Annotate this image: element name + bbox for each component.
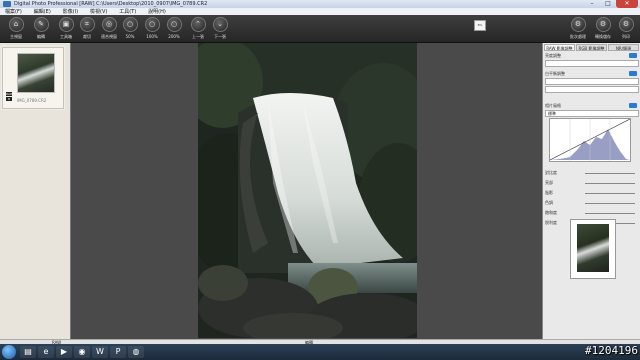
dpp-taskbar-icon[interactable]: ◉ — [74, 346, 90, 358]
contrast-slider[interactable] — [585, 173, 635, 174]
zoom-100-button[interactable]: ○ 100% — [140, 17, 164, 39]
maximize-button[interactable]: □ — [600, 0, 616, 8]
adjustment-panel: RAW 影像調整 RGB 影像調整 NR/鏡頭 亮度調整 白平衡調整 相片風格 … — [542, 43, 640, 340]
saturation-label: 飽和度 — [545, 210, 557, 215]
navigator-image — [577, 224, 609, 272]
taskbar: ▤ e ▶ ◉ W P ◍ — [0, 344, 640, 360]
edit-button[interactable]: ✎ 編輯 — [29, 17, 53, 40]
style-select[interactable]: 標準 — [545, 110, 639, 117]
thumbnail-image[interactable] — [17, 53, 55, 93]
close-button[interactable]: ✕ — [616, 0, 638, 8]
wb-eyedropper-row[interactable] — [545, 78, 639, 85]
image-canvas — [71, 43, 541, 340]
waterfall-photo[interactable] — [198, 43, 417, 338]
prev-icon: ⌃ — [190, 17, 206, 32]
toolbar: ⌂ 主視窗 ✎ 編輯 ▣ 工具箱 ⌗ 裁切 ◎ 適合視窗 ○ 50% ○ 100% ○ 200%… — [0, 15, 640, 43]
firefox-taskbar-icon[interactable]: ◍ — [128, 346, 144, 358]
saturation-slider[interactable] — [585, 213, 635, 214]
fit-icon: ◎ — [101, 17, 117, 32]
histogram — [549, 118, 631, 162]
convert-save-button[interactable]: ⚙ 轉換儲存 — [591, 17, 615, 40]
print-icon: ⚙ — [618, 17, 634, 32]
photo-image — [198, 43, 417, 338]
tone-label: 色調 — [545, 200, 553, 205]
white-balance-section: 白平衡調整 — [545, 71, 639, 93]
toolbox-icon: ▣ — [58, 17, 74, 32]
brightness-label: 亮度調整 — [545, 53, 561, 58]
minimize-button[interactable]: – — [584, 0, 600, 8]
print-button[interactable]: ⚙ 列印 — [614, 17, 638, 40]
window-title: Digital Photo Professional [RAW] C:\User… — [14, 1, 208, 7]
edit-icon: ✎ — [33, 17, 49, 32]
ppt-taskbar-icon[interactable]: P — [110, 346, 126, 358]
picture-style-label: 相片風格 — [545, 103, 561, 108]
thumbnail-panel: RAW ★ IMG_0789.CR2 — [0, 43, 71, 340]
sharpness-label: 銳利度 — [545, 220, 557, 225]
app-icon — [3, 1, 11, 7]
zoom-50-button[interactable]: ○ 50% — [118, 17, 142, 39]
wb-reset-button[interactable] — [629, 71, 637, 76]
thumbnail-filename: IMG_0789.CR2 — [17, 98, 47, 103]
tab-rgb-adjust[interactable]: RGB 影像調整 — [576, 44, 607, 51]
style-select-value: 標準 — [548, 111, 556, 116]
explorer-taskbar-icon[interactable]: ▤ — [20, 346, 36, 358]
zoom-indicator[interactable]: 8% — [474, 20, 486, 31]
raw-badge: RAW — [6, 92, 13, 96]
shadow-slider[interactable] — [585, 193, 635, 194]
tab-raw-adjust[interactable]: RAW 影像調整 — [544, 44, 575, 51]
highlight-label: 亮部 — [545, 180, 553, 185]
contrast-label: 對比度 — [545, 170, 557, 175]
histogram-graph — [549, 118, 631, 161]
batch-icon: ⚙ — [570, 17, 586, 32]
zoom-200-button[interactable]: ○ 200% — [162, 17, 186, 39]
brightness-reset-button[interactable] — [629, 53, 637, 58]
zoom-100-icon: ○ — [144, 17, 160, 32]
save-icon: ⚙ — [595, 17, 611, 32]
rating-badge: ★ — [6, 97, 12, 101]
style-reset-button[interactable] — [629, 103, 637, 108]
white-balance-label: 白平衡調整 — [545, 71, 565, 76]
zoom-50-icon: ○ — [122, 17, 138, 32]
word-taskbar-icon[interactable]: W — [92, 346, 108, 358]
tone-slider[interactable] — [585, 203, 635, 204]
picture-style-section: 相片風格 標準 — [545, 103, 639, 117]
brightness-slider[interactable] — [545, 60, 639, 67]
watermark-text: #1204196 — [585, 344, 638, 357]
media-taskbar-icon[interactable]: ▶ — [56, 346, 72, 358]
next-icon: ⌄ — [212, 17, 228, 32]
tab-nr-lens[interactable]: NR/鏡頭 — [608, 44, 639, 51]
crop-button[interactable]: ⌗ 裁切 — [75, 17, 99, 40]
brightness-section: 亮度調整 — [545, 53, 639, 67]
shadow-label: 陰影 — [545, 190, 553, 195]
thumbnail-card[interactable]: RAW ★ IMG_0789.CR2 — [2, 47, 64, 109]
zoom-200-icon: ○ — [166, 17, 182, 32]
start-button[interactable] — [2, 345, 16, 359]
next-image-button[interactable]: ⌄ 下一張 — [208, 17, 232, 40]
prev-image-button[interactable]: ⌃ 上一張 — [186, 17, 210, 40]
home-button[interactable]: ⌂ 主視窗 — [4, 17, 28, 40]
navigator-preview[interactable] — [570, 219, 616, 279]
wb-select[interactable] — [545, 86, 639, 93]
batch-button[interactable]: ⚙ 批次處理 — [566, 17, 590, 40]
ie-taskbar-icon[interactable]: e — [38, 346, 54, 358]
crop-icon: ⌗ — [79, 17, 95, 32]
highlight-slider[interactable] — [585, 183, 635, 184]
home-icon: ⌂ — [8, 17, 24, 32]
